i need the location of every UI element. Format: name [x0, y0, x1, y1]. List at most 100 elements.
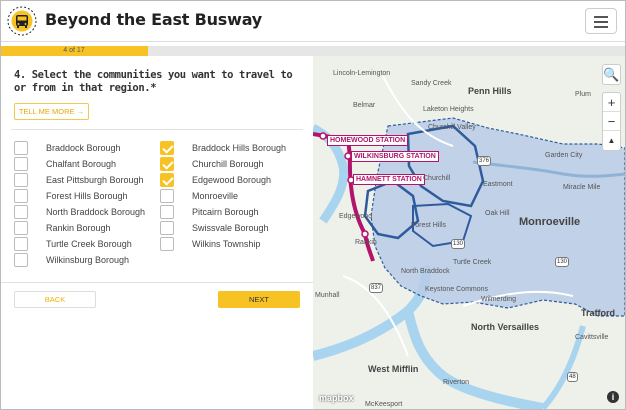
- highway-shield: 130: [451, 239, 466, 249]
- checkbox-label: North Braddock Borough: [46, 207, 146, 217]
- community-option[interactable]: Rankin Borough: [14, 221, 154, 235]
- map-place-label: Lincoln-Lemington: [333, 70, 391, 77]
- highway-shield: 130: [555, 257, 570, 267]
- map-place-label: Forest Hills: [411, 222, 447, 229]
- map-place-label: Oak Hill: [485, 210, 510, 217]
- checkbox-label: Braddock Hills Borough: [192, 143, 287, 153]
- checkbox-label: Monroeville: [192, 191, 239, 201]
- map-place-label: Eastmont: [483, 181, 513, 188]
- map-zoom-controls: + − ▲: [602, 92, 621, 151]
- hamburger-icon: [594, 16, 608, 18]
- checkbox[interactable]: [160, 141, 174, 155]
- map-place-label: North Versailles: [471, 322, 540, 332]
- app-title: Beyond the East Busway: [45, 10, 263, 29]
- map-place-label: Wilmerding: [481, 296, 517, 303]
- map-place-label: Sandy Creek: [411, 80, 452, 87]
- checkbox[interactable]: [14, 141, 28, 155]
- checkbox[interactable]: [14, 221, 28, 235]
- next-button[interactable]: NEXT: [218, 291, 300, 308]
- checkbox[interactable]: [160, 221, 174, 235]
- question-text: 4. Select the communities you want to tr…: [14, 69, 293, 94]
- map-place-label: West Mifflin: [368, 364, 419, 374]
- map-place-label: Trafford: [581, 308, 616, 318]
- community-option[interactable]: Forest Hills Borough: [14, 189, 154, 203]
- info-icon[interactable]: i: [607, 391, 619, 403]
- map-place-label: Plum: [575, 91, 591, 98]
- map-place-label: North Braddock: [401, 268, 450, 275]
- community-option[interactable]: North Braddock Borough: [14, 205, 154, 219]
- map-place-label: Laketon Heights: [423, 106, 474, 113]
- back-button[interactable]: BACK: [14, 291, 96, 308]
- checkbox[interactable]: [160, 189, 174, 203]
- checkbox-label: Swissvale Borough: [192, 223, 269, 233]
- map-place-label: Munhall: [315, 292, 340, 299]
- divider: [11, 129, 303, 130]
- map-place-label: McKeesport: [365, 401, 403, 408]
- map-place-label: Miracle Mile: [563, 184, 601, 191]
- checkbox-label: East Pittsburgh Borough: [46, 175, 144, 185]
- map-place-label: Edgewood: [339, 213, 373, 220]
- map-place-label: Churchill Valley: [428, 124, 476, 131]
- checkbox[interactable]: [160, 173, 174, 187]
- checkbox[interactable]: [14, 205, 28, 219]
- community-option[interactable]: East Pittsburgh Borough: [14, 173, 154, 187]
- map-view[interactable]: HOMEWOOD STATION WILKINSBURG STATION HAM…: [313, 56, 625, 409]
- checkbox-label: Braddock Borough: [46, 143, 121, 153]
- map-place-label: Belmar: [353, 102, 376, 109]
- menu-button[interactable]: [585, 8, 617, 34]
- app-header: Beyond the East Busway: [1, 1, 625, 42]
- map-search-control[interactable]: 🔍: [602, 64, 621, 85]
- zoom-in-button[interactable]: +: [603, 93, 620, 112]
- map-place-label: Penn Hills: [468, 86, 512, 96]
- question-panel: 4. Select the communities you want to tr…: [1, 56, 313, 318]
- community-option[interactable]: Chalfant Borough: [14, 157, 154, 171]
- community-option[interactable]: Braddock Borough: [14, 141, 154, 155]
- community-option[interactable]: Braddock Hills Borough: [160, 141, 300, 155]
- checkbox-label: Chalfant Borough: [46, 159, 117, 169]
- community-option[interactable]: Wilkinsburg Borough: [14, 253, 154, 267]
- checkbox[interactable]: [14, 173, 28, 187]
- checkbox[interactable]: [14, 157, 28, 171]
- community-option[interactable]: Pitcairn Borough: [160, 205, 300, 219]
- bus-icon: [7, 6, 37, 36]
- checkbox[interactable]: [160, 157, 174, 171]
- checkbox-label: Forest Hills Borough: [46, 191, 128, 201]
- map-place-label: Rankin: [355, 239, 377, 246]
- station-label-wilkinsburg: WILKINSBURG STATION: [351, 151, 439, 162]
- checkbox-label: Wilkins Township: [192, 239, 261, 249]
- map-place-label: Cavittsville: [575, 334, 609, 341]
- tell-me-more-button[interactable]: TELL ME MORE →: [14, 103, 89, 120]
- community-option[interactable]: Wilkins Township: [160, 237, 300, 251]
- community-option[interactable]: Monroeville: [160, 189, 300, 203]
- progress-bar: 4 of 17: [1, 46, 625, 56]
- map-place-label: Churchill: [423, 175, 451, 182]
- map-place-label: Riverton: [443, 379, 470, 386]
- community-option[interactable]: Churchill Borough: [160, 157, 300, 171]
- checkbox-label: Rankin Borough: [46, 223, 111, 233]
- highway-shield: 376: [477, 156, 492, 166]
- checkbox-label: Wilkinsburg Borough: [46, 255, 130, 265]
- checkbox[interactable]: [14, 237, 28, 251]
- compass-button[interactable]: ▲: [603, 131, 620, 150]
- highway-shield: 837: [369, 283, 384, 293]
- checkbox-label: Churchill Borough: [192, 159, 264, 169]
- map-place-label: Turtle Creek: [453, 259, 492, 266]
- search-icon[interactable]: 🔍: [603, 65, 620, 84]
- community-option[interactable]: Swissvale Borough: [160, 221, 300, 235]
- zoom-out-button[interactable]: −: [603, 112, 620, 131]
- highway-shield: 48: [567, 372, 578, 382]
- community-option[interactable]: Turtle Creek Borough: [14, 237, 154, 251]
- checkbox[interactable]: [14, 189, 28, 203]
- community-option[interactable]: Edgewood Borough: [160, 173, 300, 187]
- divider: [1, 282, 313, 283]
- checkbox-label: Pitcairn Borough: [192, 207, 259, 217]
- map-place-label: Monroeville: [519, 216, 581, 228]
- checkbox[interactable]: [160, 237, 174, 251]
- checkbox-label: Turtle Creek Borough: [46, 239, 132, 249]
- progress-text: 4 of 17: [63, 47, 85, 54]
- station-label-homewood: HOMEWOOD STATION: [327, 135, 409, 146]
- checkbox[interactable]: [14, 253, 28, 267]
- station-label-hamnett: HAMNETT STATION: [353, 174, 425, 185]
- checkbox-label: Edgewood Borough: [192, 175, 272, 185]
- checkbox[interactable]: [160, 205, 174, 219]
